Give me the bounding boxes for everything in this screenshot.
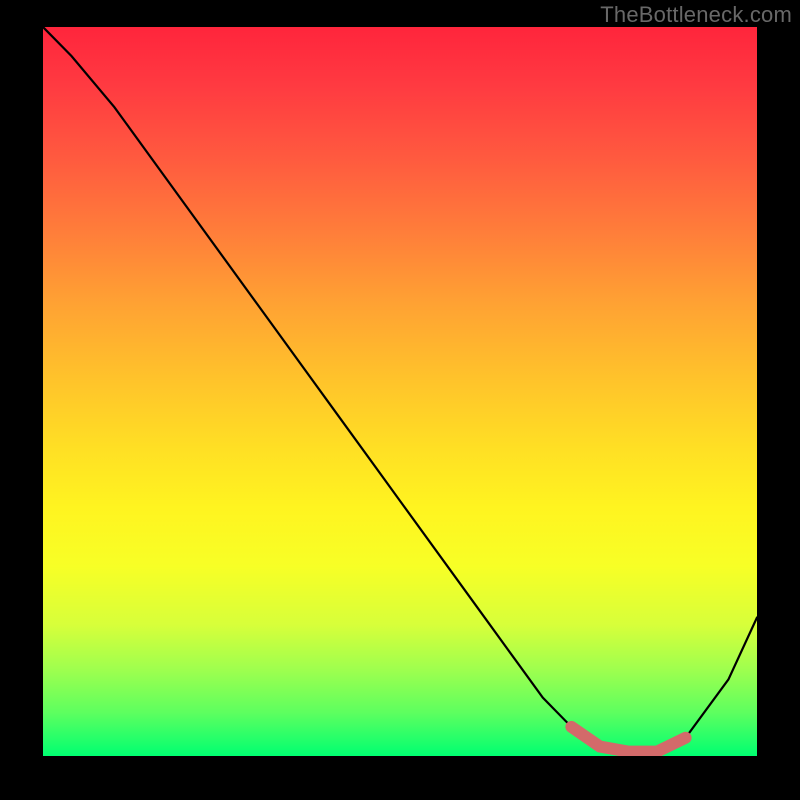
chart-frame: TheBottleneck.com [0,0,800,800]
curve-svg [43,27,757,756]
valley-highlight-line [571,727,685,752]
watermark-text: TheBottleneck.com [600,2,792,28]
bottleneck-curve-line [43,27,757,752]
plot-area [43,27,757,756]
